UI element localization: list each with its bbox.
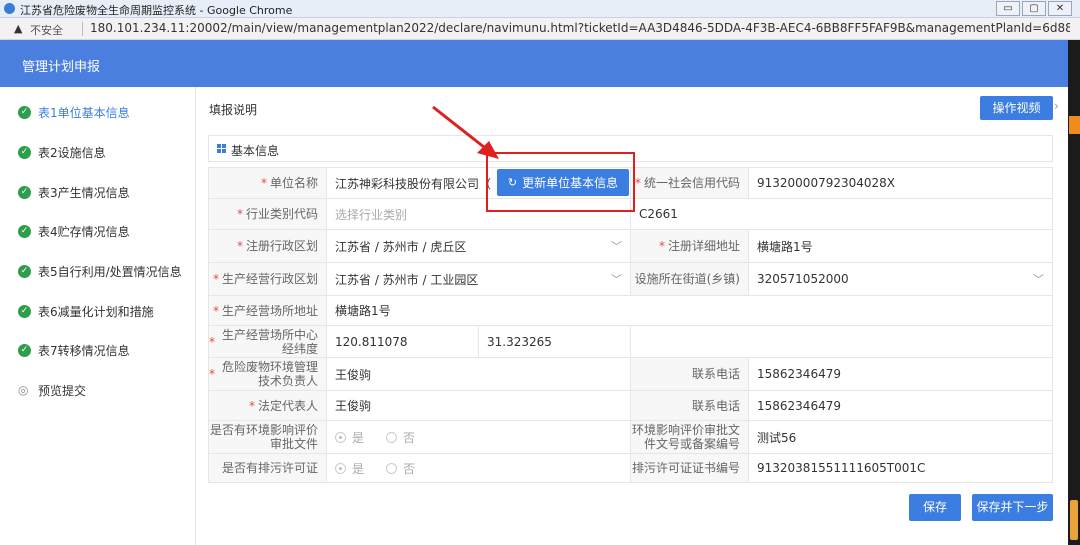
scrollbar-thumb[interactable] [1070,500,1078,540]
radio-dot-icon [335,431,346,443]
sidebar-item-table1[interactable]: ✓ 表1单位基本信息 [18,103,130,121]
prod-address-label: * 生产经营场所地址 [208,295,327,326]
sidebar-item-label: 表7转移情况信息 [38,343,130,358]
credit-code-field[interactable]: 91320000792304028X [748,167,1053,199]
permit-yes-radio[interactable]: 是 [335,460,364,477]
warning-icon[interactable]: ▲ [14,22,22,35]
street-label: 设施所在街道(乡镇) [630,262,749,296]
check-circle-icon: ✓ [18,304,31,318]
check-circle-icon: ✓ [18,105,31,119]
fill-instructions-link[interactable]: 填报说明 [209,101,257,118]
sidebar-item-label: 表3产生情况信息 [38,185,130,200]
save-next-button[interactable]: 保存并下一步 [972,494,1053,521]
street-select[interactable]: 320571052000 ﹀ [748,262,1053,296]
chrome-app-icon [4,3,15,14]
sidebar-nav: ✓ 表1单位基本信息 ✓ 表2设施信息 ✓ 表3产生情况信息 ✓ 表4贮存情况信… [0,87,196,545]
check-circle-icon: ✓ [18,224,31,238]
legal-rep-field[interactable]: 王俊驹 [326,390,631,421]
sidebar-item-label: 预览提交 [38,383,87,398]
url-text[interactable]: 180.101.234.11:20002/main/view/managemen… [90,21,1070,35]
check-circle-icon: ✓ [18,145,31,159]
eia-doc-field[interactable]: 测试56 [748,420,1053,454]
sidebar-item-label: 表4贮存情况信息 [38,224,130,239]
radio-dot-icon [335,462,346,474]
permit-radio-group: 是 否 [326,453,631,483]
prod-region-select[interactable]: 江苏省 / 苏州市 / 工业园区 ﹀ [326,262,631,296]
industry-code-field[interactable]: C2661 [630,198,1053,230]
save-button[interactable]: 保存 [909,494,961,521]
permit-no-radio[interactable]: 否 [386,460,415,477]
chevron-down-icon[interactable]: ﹀ [611,238,622,254]
sidebar-item-label: 表1单位基本信息 [38,105,130,120]
eia-yes-radio[interactable]: 是 [335,429,364,446]
chevron-right-icon[interactable]: › [1054,99,1059,113]
reg-address-field[interactable]: 横塘路1号 [748,229,1053,263]
prod-region-label: * 生产经营行政区划 [208,262,327,296]
eia-no-radio[interactable]: 否 [386,429,415,446]
permit-label: 是否有排污许可证 [208,453,327,483]
industry-code-label: * 行业类别代码 [208,198,327,230]
section-title: 基本信息 [231,144,280,158]
unit-name-label: * 单位名称 [208,167,327,199]
sidebar-item-label: 表2设施信息 [38,145,106,160]
maximize-button[interactable]: ▢ [1022,1,1046,16]
phone-label: 联系电话 [630,357,749,391]
sidebar-item-label: 表5自行利用/处置情况信息 [38,264,182,279]
eia-label: 是否有环境影响评价审批文件 [208,420,327,454]
sidebar-item-table3[interactable]: ✓ 表3产生情况信息 [18,183,130,201]
window-title-bar: 江苏省危险废物全生命周期监控系统 - Google Chrome ▭ ▢ ✕ [0,0,1080,18]
grid-icon [217,144,226,153]
insecure-label[interactable]: 不安全 [30,22,63,38]
side-panel-strip [1068,40,1080,545]
env-manager-label: * 危险废物环境管理技术负责人 [208,357,327,391]
phone-field[interactable]: 15862346479 [748,357,1053,391]
env-manager-field[interactable]: 王俊驹 [326,357,631,391]
reg-region-label: * 注册行政区划 [208,229,327,263]
credit-code-label: * 统一社会信用代码 [630,167,749,199]
reg-address-label: * 注册详细地址 [630,229,749,263]
eia-doc-label: 环境影响评价审批文件文号或备案编号 [630,420,749,454]
chevron-down-icon[interactable]: ﹀ [611,271,622,287]
close-window-button[interactable]: ✕ [1048,1,1072,16]
chevron-down-icon[interactable]: ﹀ [1033,271,1044,287]
eia-radio-group: 是 否 [326,420,631,454]
sidebar-item-preview[interactable]: ◎ 预览提交 [18,381,86,399]
check-circle-icon: ✓ [18,264,31,278]
side-panel-tab[interactable] [1069,116,1080,134]
latitude-field[interactable]: 31.323265 [478,325,631,358]
address-divider [82,22,83,36]
radio-dot-icon [386,462,398,474]
sidebar-item-label: 表6减量化计划和措施 [38,304,154,319]
app-header: 管理计划申报 [0,40,1068,87]
update-unit-info-button[interactable]: ↻ 更新单位基本信息 [497,169,629,196]
legal-rep-label: * 法定代表人 [208,390,327,421]
empty-cell [630,325,1053,358]
longitude-field[interactable]: 120.811078 [326,325,479,358]
sidebar-item-table5[interactable]: ✓ 表5自行利用/处置情况信息 [18,262,182,280]
reg-region-select[interactable]: 江苏省 / 苏州市 / 虎丘区 ﹀ [326,229,631,263]
eye-icon: ◎ [18,382,29,397]
sidebar-item-table6[interactable]: ✓ 表6减量化计划和措施 [18,302,154,320]
check-circle-icon: ✓ [18,185,31,199]
permit-no-label: 排污许可证证书编号 [630,453,749,483]
operation-video-button[interactable]: 操作视频 [980,96,1053,120]
lnglat-label: * 生产经营场所中心经纬度 [208,325,327,358]
radio-dot-icon [386,431,398,443]
refresh-icon: ↻ [507,176,518,189]
check-circle-icon: ✓ [18,343,31,357]
page-title: 管理计划申报 [22,60,101,75]
sidebar-item-table7[interactable]: ✓ 表7转移情况信息 [18,341,130,359]
address-bar[interactable]: ▲ 不安全 180.101.234.11:20002/main/view/man… [0,18,1080,40]
window-controls: ▭ ▢ ✕ [996,1,1072,16]
permit-no-field[interactable]: 91320381551111605T001C [748,453,1053,483]
phone-label-2: 联系电话 [630,390,749,421]
prod-address-field[interactable]: 横塘路1号 [326,295,1053,326]
window-title: 江苏省危险废物全生命周期监控系统 - Google Chrome [20,4,293,17]
sidebar-item-table2[interactable]: ✓ 表2设施信息 [18,143,106,161]
minimize-button[interactable]: ▭ [996,1,1020,16]
sidebar-item-table4[interactable]: ✓ 表4贮存情况信息 [18,222,130,240]
phone-field-2[interactable]: 15862346479 [748,390,1053,421]
annotation-arrow-icon [432,105,499,159]
